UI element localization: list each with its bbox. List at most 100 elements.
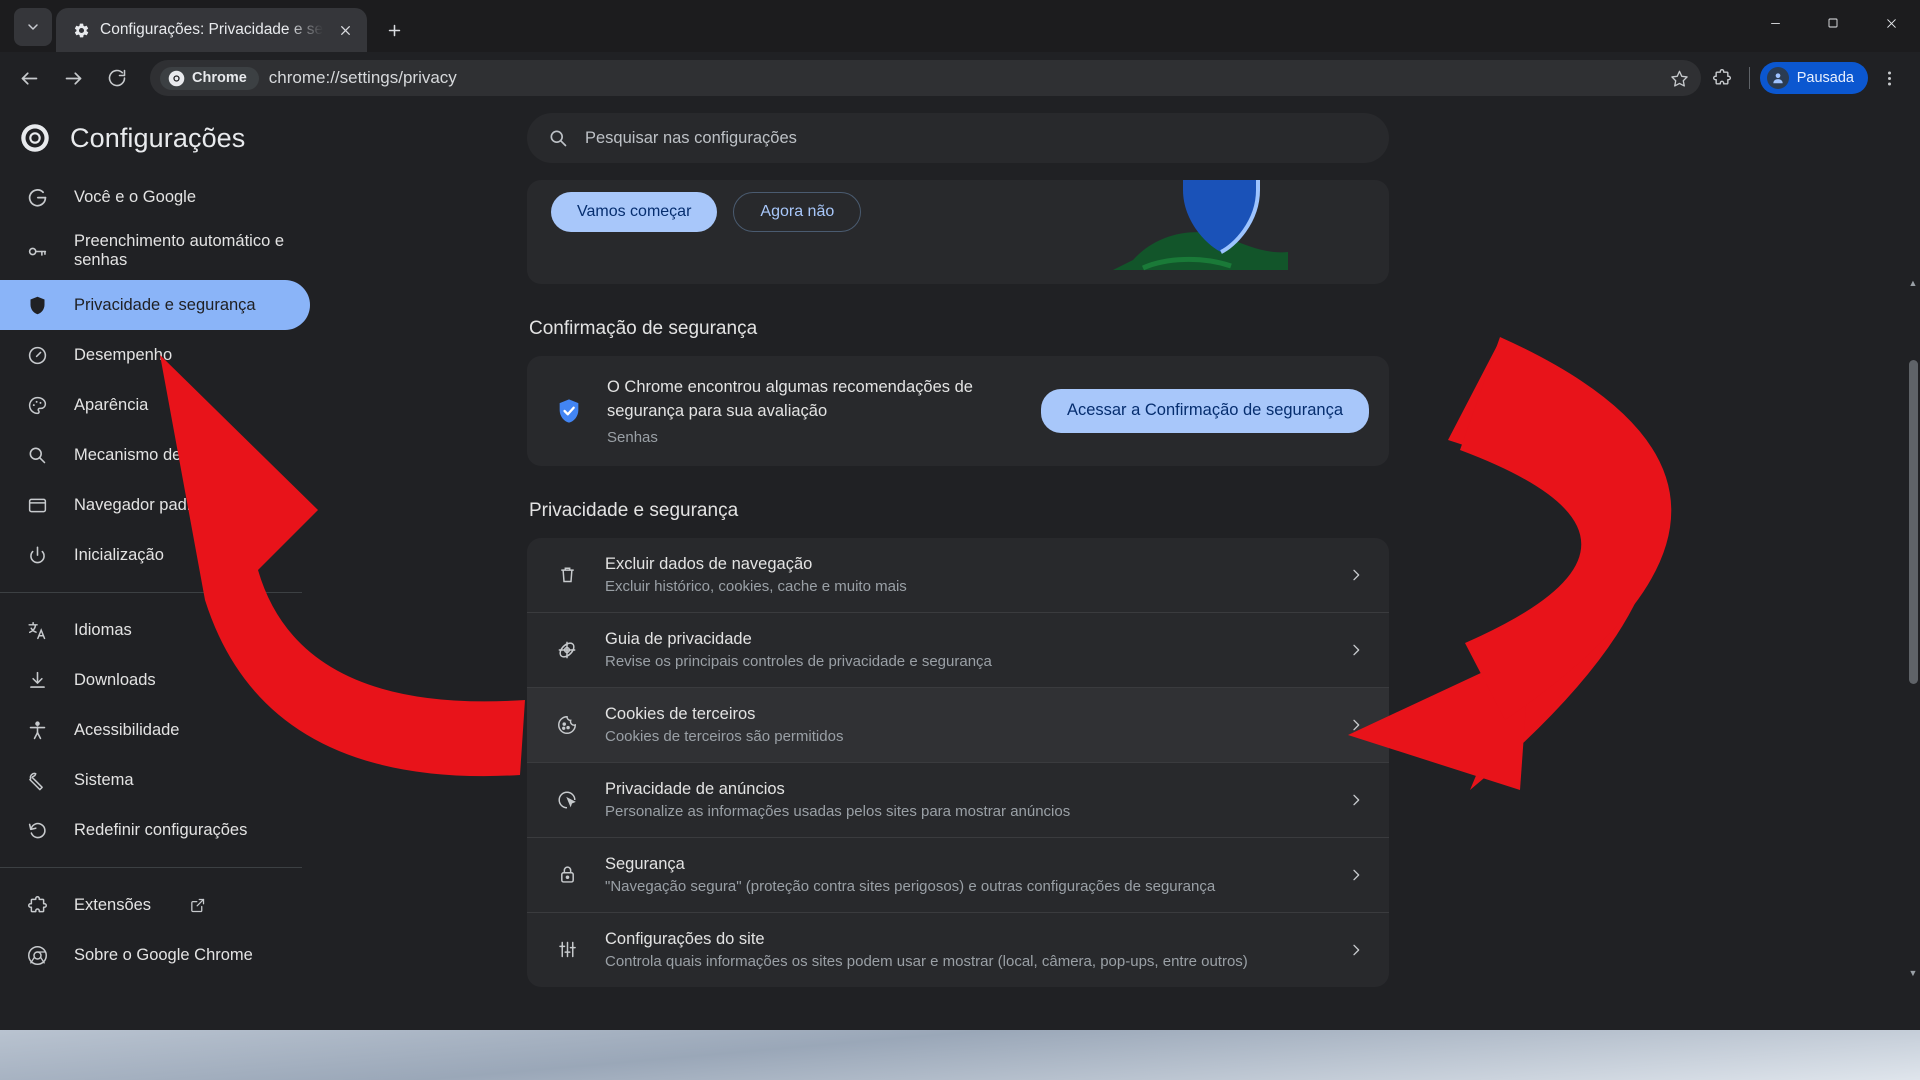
chevron-right-icon: [1345, 939, 1367, 961]
sidebar-item-desempenho[interactable]: Desempenho: [0, 330, 310, 380]
sidebar-item-inicializacao[interactable]: Inicialização: [0, 530, 310, 580]
translate-icon: [26, 619, 48, 641]
sidebar-item-privacidade-e-seguranca[interactable]: Privacidade e segurança: [0, 280, 310, 330]
arrow-left-icon[interactable]: [8, 57, 50, 99]
shield-check-icon: [555, 397, 583, 425]
key-icon: [26, 240, 48, 262]
avatar-icon: [1766, 67, 1789, 89]
safety-check-card: O Chrome encontrou algumas recomendações…: [527, 356, 1389, 466]
lock-icon: [555, 863, 579, 887]
sidebar-item-navegador-padrao[interactable]: Navegador padrão: [0, 480, 310, 530]
privacy-guide-icon: [555, 638, 579, 662]
go-to-safety-check-button[interactable]: Acessar a Confirmação de segurança: [1040, 388, 1369, 433]
close-window-button[interactable]: [1862, 0, 1920, 46]
restore-icon: [26, 819, 48, 841]
chrome-icon: [168, 70, 185, 87]
external-link-icon: [189, 896, 207, 914]
chrome-logo-icon: [26, 944, 48, 966]
close-icon[interactable]: [333, 18, 357, 42]
kebab-menu-icon[interactable]: [1870, 59, 1908, 97]
settings-content: Vamos começar Agora não Confirmação de s…: [330, 104, 1920, 1030]
list-item-excluir-dados-de-navegacao[interactable]: Excluir dados de navegação Excluir histó…: [527, 538, 1389, 612]
tab-active[interactable]: Configurações: Privacidade e se: [56, 8, 368, 52]
search-icon: [547, 127, 569, 149]
sidebar-item-preenchimento-automatico[interactable]: Preenchimento automático e senhas: [0, 222, 310, 280]
page-title: Configurações: [70, 122, 246, 153]
address-bar[interactable]: Chrome chrome://settings/privacy: [150, 60, 1701, 96]
url-text[interactable]: chrome://settings/privacy: [267, 68, 1657, 88]
desktop-background-strip: [0, 1030, 1920, 1080]
minimize-button[interactable]: [1746, 0, 1804, 46]
safety-check-row: O Chrome encontrou algumas recomendações…: [527, 356, 1389, 466]
scrollbar-thumb[interactable]: [1909, 360, 1918, 685]
shield-landscape-illustration: [1083, 180, 1313, 284]
settings-sidebar: Você e o Google Preenchimento automático…: [0, 104, 330, 1030]
list-item-subtitle: Personalize as informações usadas pelos …: [605, 802, 1071, 820]
sidebar-item-downloads[interactable]: Downloads: [0, 655, 310, 705]
new-tab-button[interactable]: [377, 13, 411, 47]
promo-card: Vamos começar Agora não: [527, 180, 1389, 284]
sidebar-item-acessibilidade[interactable]: Acessibilidade: [0, 705, 310, 755]
reload-icon[interactable]: [96, 57, 138, 99]
google-g-icon: [26, 186, 48, 208]
promo-secondary-button[interactable]: Agora não: [733, 192, 862, 232]
sidebar-item-label: Você e o Google: [74, 187, 197, 206]
safety-check-subtitle: Senhas: [607, 428, 658, 446]
ad-privacy-icon: [555, 788, 579, 812]
settings-page: Você e o Google Preenchimento automático…: [0, 104, 1920, 1030]
list-item-seguranca[interactable]: Segurança "Navegação segura" (proteção c…: [527, 836, 1389, 912]
star-icon[interactable]: [1665, 63, 1695, 93]
sliders-icon: [555, 938, 579, 962]
sidebar-item-label: Idiomas: [74, 620, 132, 639]
chevron-right-icon: [1345, 789, 1367, 811]
tab-strip: Configurações: Privacidade e se: [0, 0, 1920, 52]
sidebar-item-label: Aparência: [74, 395, 149, 414]
accessibility-icon: [26, 719, 48, 741]
list-item-title: Privacidade de anúncios: [605, 779, 785, 798]
chevron-right-icon: [1345, 639, 1367, 661]
tab-title: Configurações: Privacidade e se: [100, 21, 324, 38]
list-item-configuracoes-do-site[interactable]: Configurações do site Controla quais inf…: [527, 911, 1389, 987]
sidebar-item-voce-e-o-google[interactable]: Você e o Google: [0, 172, 310, 222]
maximize-button[interactable]: [1804, 0, 1862, 46]
cookie-icon: [555, 713, 579, 737]
search-input[interactable]: Pesquisar nas configurações: [527, 113, 1389, 163]
sidebar-item-label: Acessibilidade: [74, 720, 180, 739]
chevron-right-icon: [1345, 864, 1367, 886]
shield-icon: [26, 294, 48, 316]
origin-chip-label: Chrome: [192, 70, 247, 86]
list-item-privacidade-de-anuncios[interactable]: Privacidade de anúncios Personalize as i…: [527, 761, 1389, 837]
sidebar-item-label: Downloads: [74, 670, 156, 689]
profile-button[interactable]: Pausada: [1759, 62, 1868, 94]
puzzle-icon[interactable]: [1703, 59, 1741, 97]
download-icon: [26, 669, 48, 691]
safety-check-title: O Chrome encontrou algumas recomendações…: [607, 378, 973, 420]
speedometer-icon: [26, 344, 48, 366]
browser-window-icon: [26, 494, 48, 516]
list-item-cookies-de-terceiros[interactable]: Cookies de terceiros Cookies de terceiro…: [527, 686, 1389, 762]
promo-primary-button[interactable]: Vamos começar: [551, 192, 718, 232]
privacy-section-title: Privacidade e segurança: [529, 499, 739, 521]
tab-search-icon[interactable]: [14, 8, 52, 46]
scroll-down-arrow[interactable]: ▼: [1906, 966, 1920, 980]
sidebar-item-label: Desempenho: [74, 345, 173, 364]
list-item-guia-de-privacidade[interactable]: Guia de privacidade Revise os principais…: [527, 611, 1389, 687]
sidebar-item-extensoes[interactable]: Extensões: [0, 880, 310, 930]
arrow-right-icon[interactable]: [52, 57, 94, 99]
sidebar-item-sistema[interactable]: Sistema: [0, 755, 310, 805]
vertical-scrollbar[interactable]: ▲ ▼: [1906, 276, 1920, 980]
sidebar-item-label: Mecanismo de pesquisa: [74, 445, 252, 464]
sidebar-item-idiomas[interactable]: Idiomas: [0, 605, 310, 655]
sidebar-item-aparencia[interactable]: Aparência: [0, 380, 310, 430]
origin-chip[interactable]: Chrome: [160, 66, 259, 90]
sidebar-divider-1: [0, 592, 302, 593]
scroll-up-arrow[interactable]: ▲: [1906, 276, 1920, 290]
list-item-title: Excluir dados de navegação: [605, 554, 813, 573]
sidebar-item-mecanismo-de-pesquisa[interactable]: Mecanismo de pesquisa: [0, 430, 310, 480]
list-item-title: Guia de privacidade: [605, 629, 752, 648]
sidebar-item-redefinir-configuracoes[interactable]: Redefinir configurações: [0, 805, 310, 855]
sidebar-item-sobre-o-google-chrome[interactable]: Sobre o Google Chrome: [0, 930, 310, 980]
browser-window: Configurações: Privacidade e se Chrome c…: [0, 0, 1920, 1030]
palette-icon: [26, 394, 48, 416]
privacy-settings-card: Excluir dados de navegação Excluir histó…: [527, 537, 1389, 987]
